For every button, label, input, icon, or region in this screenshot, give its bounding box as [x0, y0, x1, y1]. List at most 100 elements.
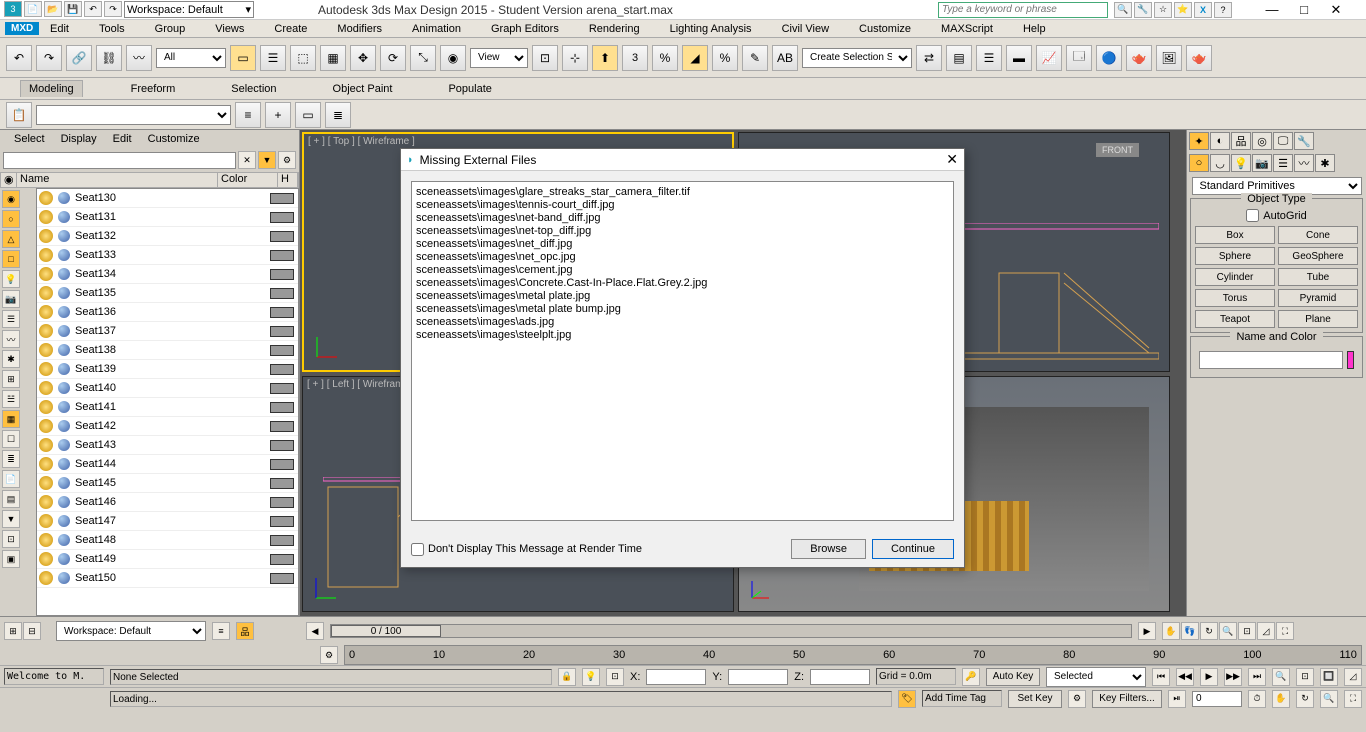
window-crossing-tool[interactable]: ▦ [320, 45, 346, 71]
bulb-icon[interactable] [39, 533, 53, 547]
close-button[interactable]: ✕ [1326, 2, 1346, 18]
menu-customize[interactable]: Customize [859, 23, 911, 35]
filter-type-18[interactable]: ▣ [2, 550, 20, 568]
render-tool[interactable]: 🫖 [1186, 45, 1212, 71]
object-color-swatch[interactable] [1347, 351, 1354, 369]
save-icon[interactable]: 💾 [64, 1, 82, 17]
helpers-subtab[interactable]: ☰ [1273, 154, 1293, 172]
prev-frame-icon[interactable]: ◀ [306, 622, 324, 640]
scene-menu-select[interactable]: Select [14, 133, 45, 145]
filter-opts-icon[interactable]: ⚙ [278, 151, 296, 169]
keymode-dropdown[interactable]: Selected [1046, 667, 1146, 687]
color-swatch[interactable] [270, 497, 294, 508]
bulb-icon[interactable] [39, 457, 53, 471]
toggle-ribbon[interactable]: ▬ [1006, 45, 1032, 71]
filter-type-5[interactable]: 📷 [2, 290, 20, 308]
layer-btn3[interactable]: ▭ [295, 102, 321, 128]
goto-start-icon[interactable]: ⏮ [1152, 668, 1170, 686]
selection-filter[interactable]: All [156, 48, 226, 68]
filter-type-3[interactable]: □ [2, 250, 20, 268]
mirror-tool[interactable]: ⇄ [916, 45, 942, 71]
primitive-plane[interactable]: Plane [1278, 310, 1358, 328]
layers-manager-icon[interactable]: ≡ [212, 622, 230, 640]
pan-icon[interactable]: ✋ [1162, 622, 1180, 640]
color-swatch[interactable] [270, 402, 294, 413]
nav5-icon[interactable]: ✋ [1272, 690, 1290, 708]
filter-type-8[interactable]: ✱ [2, 350, 20, 368]
ribbon-tab-selection[interactable]: Selection [223, 81, 284, 97]
app-icon[interactable]: 3 [4, 1, 22, 17]
browse-button[interactable]: Browse [791, 539, 866, 559]
zoom-all-icon[interactable]: ⊡ [1238, 622, 1256, 640]
open-icon[interactable]: 📂 [44, 1, 62, 17]
layer-toggle-icon[interactable]: 品 [236, 622, 254, 640]
z-input[interactable] [810, 669, 870, 685]
zoom-icon[interactable]: 🔍 [1219, 622, 1237, 640]
primitive-torus[interactable]: Torus [1195, 289, 1275, 307]
scene-row[interactable]: Seat150 [37, 569, 298, 588]
bulb-icon[interactable] [39, 305, 53, 319]
bulb-icon[interactable] [39, 400, 53, 414]
color-swatch[interactable] [270, 326, 294, 337]
filter-type-13[interactable]: ≣ [2, 450, 20, 468]
x-input[interactable] [646, 669, 706, 685]
nav4-icon[interactable]: ◿ [1344, 668, 1362, 686]
viewport-layout-icons[interactable]: ⊞⊟ [4, 622, 50, 640]
layer-tool[interactable]: 📋 [6, 102, 32, 128]
color-swatch[interactable] [270, 573, 294, 584]
new-icon[interactable]: 📄 [24, 1, 42, 17]
col-color[interactable]: Color [218, 173, 278, 187]
help-icon[interactable]: ? [1214, 2, 1232, 18]
color-swatch[interactable] [270, 421, 294, 432]
color-swatch[interactable] [270, 364, 294, 375]
ribbon-tab-freeform[interactable]: Freeform [123, 81, 184, 97]
color-swatch[interactable] [270, 440, 294, 451]
color-swatch[interactable] [270, 383, 294, 394]
scene-row[interactable]: Seat137 [37, 322, 298, 341]
setkey-button[interactable]: Set Key [1008, 690, 1062, 708]
missing-file-item[interactable]: sceneassets\images\net-band_diff.jpg [416, 212, 949, 225]
motion-tab[interactable]: ◎ [1252, 132, 1272, 150]
filter-type-1[interactable]: ○ [2, 210, 20, 228]
scene-row[interactable]: Seat144 [37, 455, 298, 474]
bulb-icon[interactable] [39, 438, 53, 452]
ribbon-tab-modeling[interactable]: Modeling [20, 80, 83, 97]
menu-create[interactable]: Create [274, 23, 307, 35]
bulb-icon[interactable] [39, 419, 53, 433]
col-name[interactable]: Name [17, 173, 218, 187]
keyfilters-button[interactable]: Key Filters... [1092, 690, 1162, 708]
filter-type-7[interactable]: 〰 [2, 330, 20, 348]
scene-row[interactable]: Seat130 [37, 189, 298, 208]
next-frame-icon[interactable]: ▶ [1138, 622, 1156, 640]
material-editor[interactable]: 🔵 [1096, 45, 1122, 71]
key-mode-icon[interactable]: 🔑 [962, 668, 980, 686]
cameras-subtab[interactable]: 📷 [1252, 154, 1272, 172]
spinner-snap[interactable]: ◢ [682, 45, 708, 71]
filter-type-9[interactable]: ⊞ [2, 370, 20, 388]
scene-row[interactable]: Seat149 [37, 550, 298, 569]
scene-row[interactable]: Seat141 [37, 398, 298, 417]
bulb-icon[interactable] [39, 248, 53, 262]
menu-civilview[interactable]: Civil View [782, 23, 829, 35]
named-sets[interactable]: AB [772, 45, 798, 71]
bulb-icon[interactable] [39, 381, 53, 395]
selection-set-dropdown[interactable]: Create Selection Se [802, 48, 912, 68]
workspace-dropdown[interactable]: Workspace: Default▾ [124, 1, 254, 18]
missing-file-item[interactable]: sceneassets\images\metal plate.jpg [416, 290, 949, 303]
filter-type-12[interactable]: ☐ [2, 430, 20, 448]
clear-filter-icon[interactable]: ✕ [238, 151, 256, 169]
nav2-icon[interactable]: ⊡ [1296, 668, 1314, 686]
scene-row[interactable]: Seat148 [37, 531, 298, 550]
walk-icon[interactable]: 👣 [1181, 622, 1199, 640]
scene-row[interactable]: Seat146 [37, 493, 298, 512]
col-h[interactable]: H [278, 173, 298, 187]
menu-group[interactable]: Group [155, 23, 186, 35]
menu-edit[interactable]: Edit [50, 23, 69, 35]
color-swatch[interactable] [270, 535, 294, 546]
layer-btn2[interactable]: + [265, 102, 291, 128]
viewcube[interactable]: FRONT [1096, 143, 1139, 157]
lock-icon[interactable]: 🔒 [558, 668, 576, 686]
y-input[interactable] [728, 669, 788, 685]
scene-row[interactable]: Seat139 [37, 360, 298, 379]
color-swatch[interactable] [270, 459, 294, 470]
